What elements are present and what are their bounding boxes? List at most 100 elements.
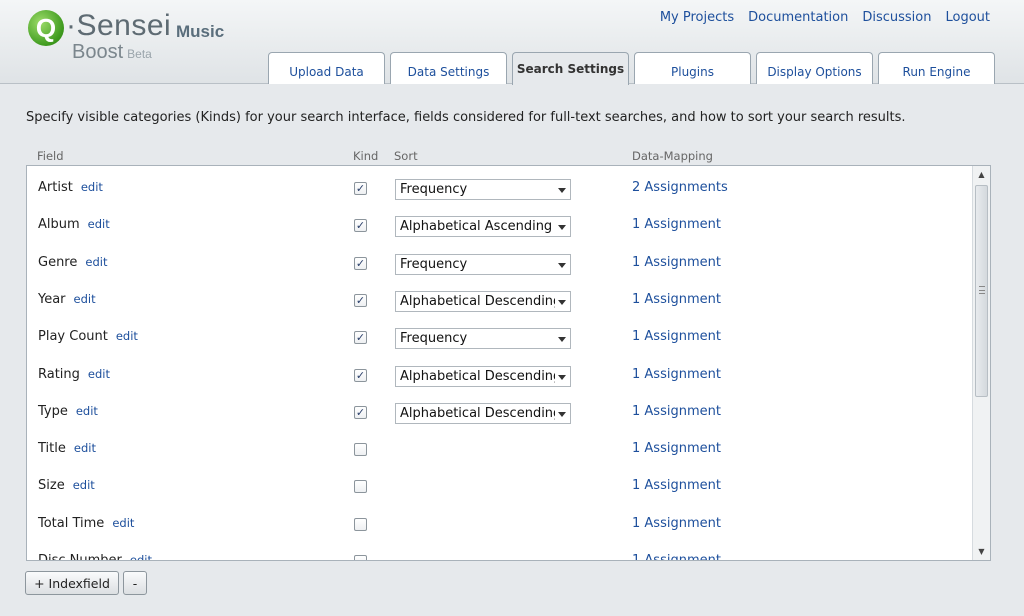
intro-text: Specify visible categories (Kinds) for y… — [26, 110, 906, 125]
edit-link[interactable]: edit — [130, 553, 152, 560]
documentation-link[interactable]: Documentation — [748, 10, 848, 25]
tab-upload-data[interactable]: Upload Data — [268, 52, 385, 84]
data-mapping-link[interactable]: 1 Assignment — [632, 404, 721, 419]
field-label: Disc Number — [38, 553, 122, 561]
kind-checkbox[interactable] — [354, 517, 367, 531]
field-name: Type edit — [38, 404, 98, 419]
column-header-field: Field — [37, 149, 64, 163]
tab-run-engine[interactable]: Run Engine — [878, 52, 995, 84]
data-mapping-link[interactable]: 1 Assignment — [632, 367, 721, 382]
data-mapping-link[interactable]: 1 Assignment — [632, 217, 721, 232]
table-row: Album edit ✓ Alphabetical Ascending 1 Assign… — [27, 207, 972, 244]
kind-checkbox[interactable]: ✓ — [354, 256, 367, 270]
add-indexfield-button[interactable]: + Indexfield — [25, 571, 119, 595]
edit-link[interactable]: edit — [73, 478, 95, 492]
tab-display-options[interactable]: Display Options — [756, 52, 873, 84]
data-mapping-link[interactable]: 1 Assignment — [632, 329, 721, 344]
scroll-down-arrow-icon[interactable]: ▼ — [973, 543, 990, 560]
kind-checkbox[interactable]: ✓ — [354, 331, 367, 345]
data-mapping-link[interactable]: 1 Assignment — [632, 292, 721, 307]
sort-dropdown[interactable]: Frequency — [395, 179, 571, 200]
logo-subtitle: Boost Beta — [72, 41, 152, 64]
logo-name: ·Sensei — [66, 9, 172, 42]
data-mapping-link[interactable]: 2 Assignments — [632, 180, 728, 195]
fields-grid: Artist edit ✓ Frequency 2 Assignments Album ed… — [26, 165, 991, 561]
scroll-up-arrow-icon[interactable]: ▲ — [973, 166, 990, 183]
kind-checkbox[interactable] — [354, 480, 367, 494]
my-projects-link[interactable]: My Projects — [660, 10, 734, 25]
edit-link[interactable]: edit — [88, 367, 110, 381]
tab-search-settings[interactable]: Search Settings — [512, 52, 629, 85]
kind-checkbox[interactable]: ✓ — [354, 405, 367, 419]
table-row: Rating edit ✓ Alphabetical Descending 1 Assi… — [27, 357, 972, 394]
field-name: Rating edit — [38, 367, 110, 382]
field-label: Type — [38, 403, 68, 419]
logout-link[interactable]: Logout — [945, 10, 990, 25]
table-row: Size edit 1 Assignment — [27, 468, 972, 505]
sort-dropdown[interactable]: Alphabetical Descending — [395, 365, 571, 387]
edit-link[interactable]: edit — [74, 441, 96, 455]
scroll-thumb[interactable] — [975, 185, 988, 397]
vertical-scrollbar[interactable]: ▲ ▼ — [972, 166, 990, 560]
table-row: Total Time edit 1 Assignment — [27, 506, 972, 543]
tab-plugins[interactable]: Plugins — [634, 52, 751, 84]
field-label: Size — [38, 478, 65, 494]
field-name: Artist edit — [38, 180, 103, 195]
chevron-down-icon — [558, 299, 566, 305]
logo-sub-text: Boost — [72, 41, 124, 63]
sort-dropdown[interactable]: Alphabetical Ascending — [395, 216, 571, 238]
edit-link[interactable]: edit — [116, 329, 138, 343]
remove-indexfield-button[interactable]: - — [123, 571, 147, 595]
field-label: Artist — [38, 180, 73, 195]
field-label: Year — [38, 291, 66, 307]
logo-beta: Beta — [127, 47, 152, 61]
app-header: Q ·Sensei Boost Beta Music My Projects Do… — [0, 0, 1024, 85]
kind-checkbox[interactable] — [354, 555, 367, 560]
sort-dropdown[interactable]: Frequency — [395, 328, 571, 350]
sort-dropdown[interactable]: Alphabetical Descending — [395, 290, 571, 312]
sort-value: Alphabetical Ascending — [400, 219, 553, 235]
sort-value: Alphabetical Descending — [400, 368, 555, 384]
field-label: Total Time — [38, 515, 105, 531]
project-name: Music — [176, 22, 225, 41]
field-name: Title edit — [38, 441, 96, 456]
chevron-down-icon — [558, 411, 566, 417]
sort-value: Frequency — [400, 331, 468, 347]
kind-checkbox[interactable]: ✓ — [354, 219, 367, 233]
data-mapping-link[interactable]: 1 Assignment — [632, 478, 721, 493]
data-mapping-link[interactable]: 1 Assignment — [632, 516, 721, 531]
edit-link[interactable]: edit — [74, 292, 96, 306]
field-label: Album — [38, 217, 80, 233]
tab-data-settings[interactable]: Data Settings — [390, 52, 507, 84]
column-header-data-mapping: Data-Mapping — [632, 149, 713, 163]
discussion-link[interactable]: Discussion — [862, 10, 931, 25]
edit-link[interactable]: edit — [88, 217, 110, 231]
sort-value: Frequency — [400, 256, 468, 272]
kind-checkbox[interactable]: ✓ — [354, 368, 367, 382]
logo-mark: Q — [28, 10, 64, 46]
field-label: Genre — [38, 254, 78, 270]
chevron-down-icon — [558, 188, 566, 193]
edit-link[interactable]: edit — [81, 180, 103, 194]
chevron-down-icon — [558, 374, 566, 380]
edit-link[interactable]: edit — [112, 516, 134, 530]
kind-checkbox[interactable] — [354, 443, 367, 457]
kind-checkbox[interactable]: ✓ — [354, 293, 367, 307]
chevron-down-icon — [558, 337, 566, 343]
edit-link[interactable]: edit — [85, 255, 107, 269]
sort-dropdown[interactable]: Alphabetical Descending — [395, 402, 571, 424]
table-row: Year edit ✓ Alphabetical Descending 1 Assign… — [27, 282, 972, 319]
edit-link[interactable]: edit — [76, 404, 98, 418]
table-row: Type edit ✓ Alphabetical Descending 1 Assign… — [27, 394, 972, 431]
table-row: Play Count edit ✓ Frequency 1 Assignment — [27, 319, 972, 356]
data-mapping-link[interactable]: 1 Assignment — [632, 255, 721, 270]
top-links: My Projects Documentation Discussion Log… — [660, 10, 990, 25]
kind-checkbox[interactable]: ✓ — [354, 182, 367, 195]
data-mapping-link[interactable]: 1 Assignment — [632, 553, 721, 560]
column-header-sort: Sort — [394, 149, 418, 163]
table-row: Artist edit ✓ Frequency 2 Assignments — [27, 170, 972, 207]
field-name: Genre edit — [38, 255, 107, 270]
data-mapping-link[interactable]: 1 Assignment — [632, 441, 721, 456]
sort-dropdown[interactable]: Frequency — [395, 253, 571, 275]
field-name: Play Count edit — [38, 329, 138, 344]
